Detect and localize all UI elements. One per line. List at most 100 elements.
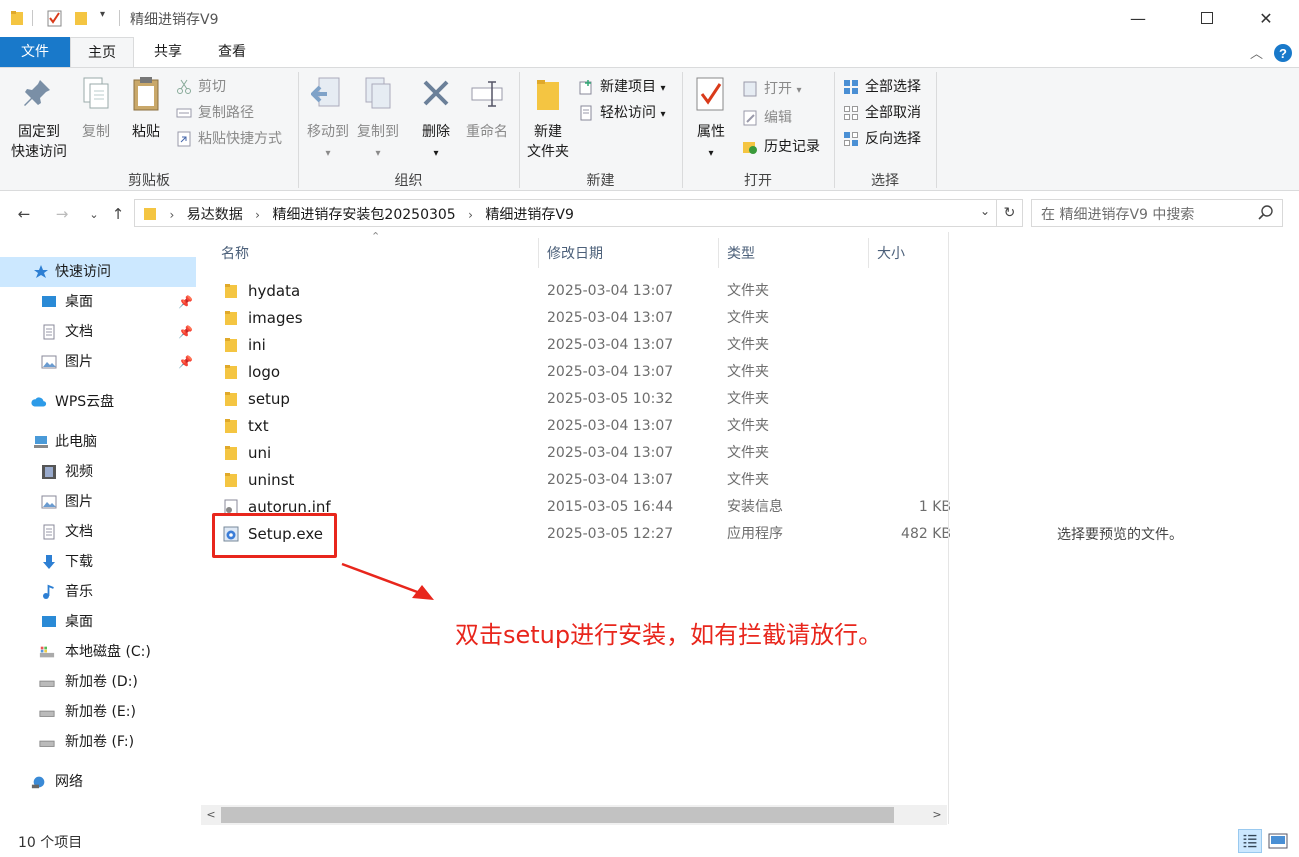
file-row[interactable]: txt 2025-03-04 13:07 文件夹 xyxy=(213,413,946,440)
refresh-button[interactable]: ↻ xyxy=(997,199,1023,227)
file-row[interactable]: images 2025-03-04 13:07 文件夹 xyxy=(213,305,946,332)
open-button[interactable]: 打开 ▾ xyxy=(742,78,801,100)
copy-button[interactable]: 复制 xyxy=(76,74,116,142)
search-input[interactable]: 在 精细进销存V9 中搜索 xyxy=(1041,204,1194,224)
copy-path-icon xyxy=(176,108,192,118)
file-row[interactable]: uni 2025-03-04 13:07 文件夹 xyxy=(213,440,946,467)
select-all-button[interactable]: 全部选择 xyxy=(843,76,921,98)
chevron-right-icon[interactable]: › xyxy=(255,208,260,222)
horizontal-scrollbar[interactable]: < > xyxy=(201,805,947,825)
invert-selection-button[interactable]: 反向选择 xyxy=(843,128,921,150)
nav-pinned-desktop[interactable]: 桌面 📌 xyxy=(0,287,196,317)
tab-view[interactable]: 查看 xyxy=(200,37,264,67)
nav-downloads[interactable]: 下载 xyxy=(0,547,196,577)
tab-home[interactable]: 主页 xyxy=(70,37,134,68)
collapse-ribbon-icon[interactable]: ︿ xyxy=(1250,43,1263,62)
customize-quick-access-icon[interactable]: ▾ xyxy=(100,9,105,27)
scroll-left-icon[interactable]: < xyxy=(201,805,221,825)
recent-locations-button[interactable]: ⌄ xyxy=(82,202,106,226)
cloud-icon xyxy=(31,397,47,407)
paste-button[interactable]: 粘贴 xyxy=(126,74,166,142)
close-button[interactable]: ✕ xyxy=(1243,0,1289,36)
new-folder-button[interactable]: 新建 文件夹 xyxy=(523,74,573,162)
file-row[interactable]: hydata 2025-03-04 13:07 文件夹 xyxy=(213,278,946,305)
scissors-icon xyxy=(177,79,191,94)
up-button[interactable]: ↑ xyxy=(106,202,130,226)
cut-button[interactable]: 剪切 xyxy=(176,76,226,98)
copy-path-button[interactable]: 复制路径 xyxy=(176,102,254,124)
nav-wps-cloud[interactable]: WPS云盘 xyxy=(0,387,196,417)
address-dropdown-icon[interactable]: ⌄ xyxy=(980,204,990,218)
star-icon xyxy=(34,265,48,278)
edit-button[interactable]: 编辑 xyxy=(742,107,792,129)
column-header-modified[interactable]: 修改日期 xyxy=(547,240,603,268)
nav-network[interactable]: 网络 xyxy=(0,767,196,797)
scrollbar-thumb[interactable] xyxy=(221,807,894,823)
properties-button[interactable]: 属性 ▾ xyxy=(690,74,732,164)
nav-this-pc[interactable]: 此电脑 xyxy=(0,427,196,457)
properties-checkmark-icon[interactable] xyxy=(47,9,63,27)
file-row[interactable]: logo 2025-03-04 13:07 文件夹 xyxy=(213,359,946,386)
column-header-name[interactable]: 名称 xyxy=(221,240,249,268)
chevron-right-icon[interactable]: › xyxy=(468,208,473,222)
delete-label: 删除 ▾ xyxy=(422,124,450,159)
easy-access-icon xyxy=(580,105,592,121)
breadcrumb-item[interactable]: 精细进销存V9 xyxy=(485,207,573,223)
invert-selection-icon xyxy=(844,132,858,146)
rename-button[interactable]: 重命名 xyxy=(462,74,512,142)
file-type: 文件夹 xyxy=(727,283,769,299)
nav-label: 新加卷 (E:) xyxy=(65,704,136,720)
help-icon[interactable]: ? xyxy=(1273,43,1293,63)
maximize-icon xyxy=(1201,12,1213,24)
maximize-button[interactable] xyxy=(1184,0,1230,36)
nav-drive-e[interactable]: 新加卷 (E:) xyxy=(0,697,196,727)
new-folder-icon[interactable] xyxy=(74,9,88,27)
file-name: uninst xyxy=(248,471,295,489)
nav-documents[interactable]: 文档 xyxy=(0,517,196,547)
forward-button[interactable]: → xyxy=(50,202,74,226)
nav-label: 图片 xyxy=(65,494,93,510)
breadcrumb-item[interactable]: 易达数据 xyxy=(187,207,243,223)
status-bar: 10 个项目 xyxy=(0,825,1299,857)
nav-drive-d[interactable]: 新加卷 (D:) xyxy=(0,667,196,697)
file-row[interactable]: uninst 2025-03-04 13:07 文件夹 xyxy=(213,467,946,494)
address-bar[interactable]: › 易达数据 › 精细进销存安装包20250305 › 精细进销存V9 ⌄ xyxy=(134,199,997,227)
nav-videos[interactable]: 视频 xyxy=(0,457,196,487)
column-header-type[interactable]: 类型 xyxy=(727,240,755,268)
paste-shortcut-button[interactable]: 粘贴快捷方式 xyxy=(176,128,282,150)
breadcrumb-item[interactable]: 精细进销存安装包20250305 xyxy=(272,207,455,223)
select-none-button[interactable]: 全部取消 xyxy=(843,102,921,124)
details-view-icon[interactable] xyxy=(1238,829,1262,853)
group-label-select: 选择 xyxy=(871,173,899,189)
scroll-right-icon[interactable]: > xyxy=(927,805,947,825)
delete-button[interactable]: 删除 ▾ xyxy=(414,74,458,164)
nav-drive-c[interactable]: 本地磁盘 (C:) xyxy=(0,637,196,667)
nav-pictures[interactable]: 图片 xyxy=(0,487,196,517)
search-box[interactable]: 在 精细进销存V9 中搜索 xyxy=(1031,199,1283,227)
new-item-button[interactable]: 新建项目 ▾ xyxy=(578,76,665,98)
nav-pinned-documents[interactable]: 文档 📌 xyxy=(0,317,196,347)
nav-music[interactable]: 音乐 xyxy=(0,577,196,607)
tab-share[interactable]: 共享 xyxy=(138,37,198,67)
nav-drive-f[interactable]: 新加卷 (F:) xyxy=(0,727,196,757)
history-button[interactable]: 历史记录 xyxy=(742,136,820,158)
folder-icon xyxy=(225,284,237,298)
file-row[interactable]: setup 2025-03-05 10:32 文件夹 xyxy=(213,386,946,413)
folder-icon xyxy=(144,208,156,220)
easy-access-button[interactable]: 轻松访问 ▾ xyxy=(578,102,665,124)
document-icon xyxy=(43,324,55,340)
column-header-size[interactable]: 大小 xyxy=(877,240,905,268)
file-row[interactable]: ini 2025-03-04 13:07 文件夹 xyxy=(213,332,946,359)
large-icons-view-icon[interactable] xyxy=(1266,829,1290,853)
nav-desktop[interactable]: 桌面 xyxy=(0,607,196,637)
back-button[interactable]: ← xyxy=(12,202,36,226)
nav-quick-access[interactable]: 快速访问 xyxy=(0,257,196,287)
minimize-button[interactable]: — xyxy=(1115,0,1161,36)
tab-file[interactable]: 文件 xyxy=(0,37,70,67)
pin-to-quick-access-button[interactable]: 固定到 快速访问 xyxy=(6,74,72,162)
edit-pencil-icon xyxy=(743,110,757,126)
copy-to-button[interactable]: 复制到 ▾ xyxy=(354,74,402,164)
move-to-button[interactable]: 移动到 ▾ xyxy=(304,74,352,164)
file-name: logo xyxy=(248,363,281,381)
nav-pinned-pictures[interactable]: 图片 📌 xyxy=(0,347,196,377)
